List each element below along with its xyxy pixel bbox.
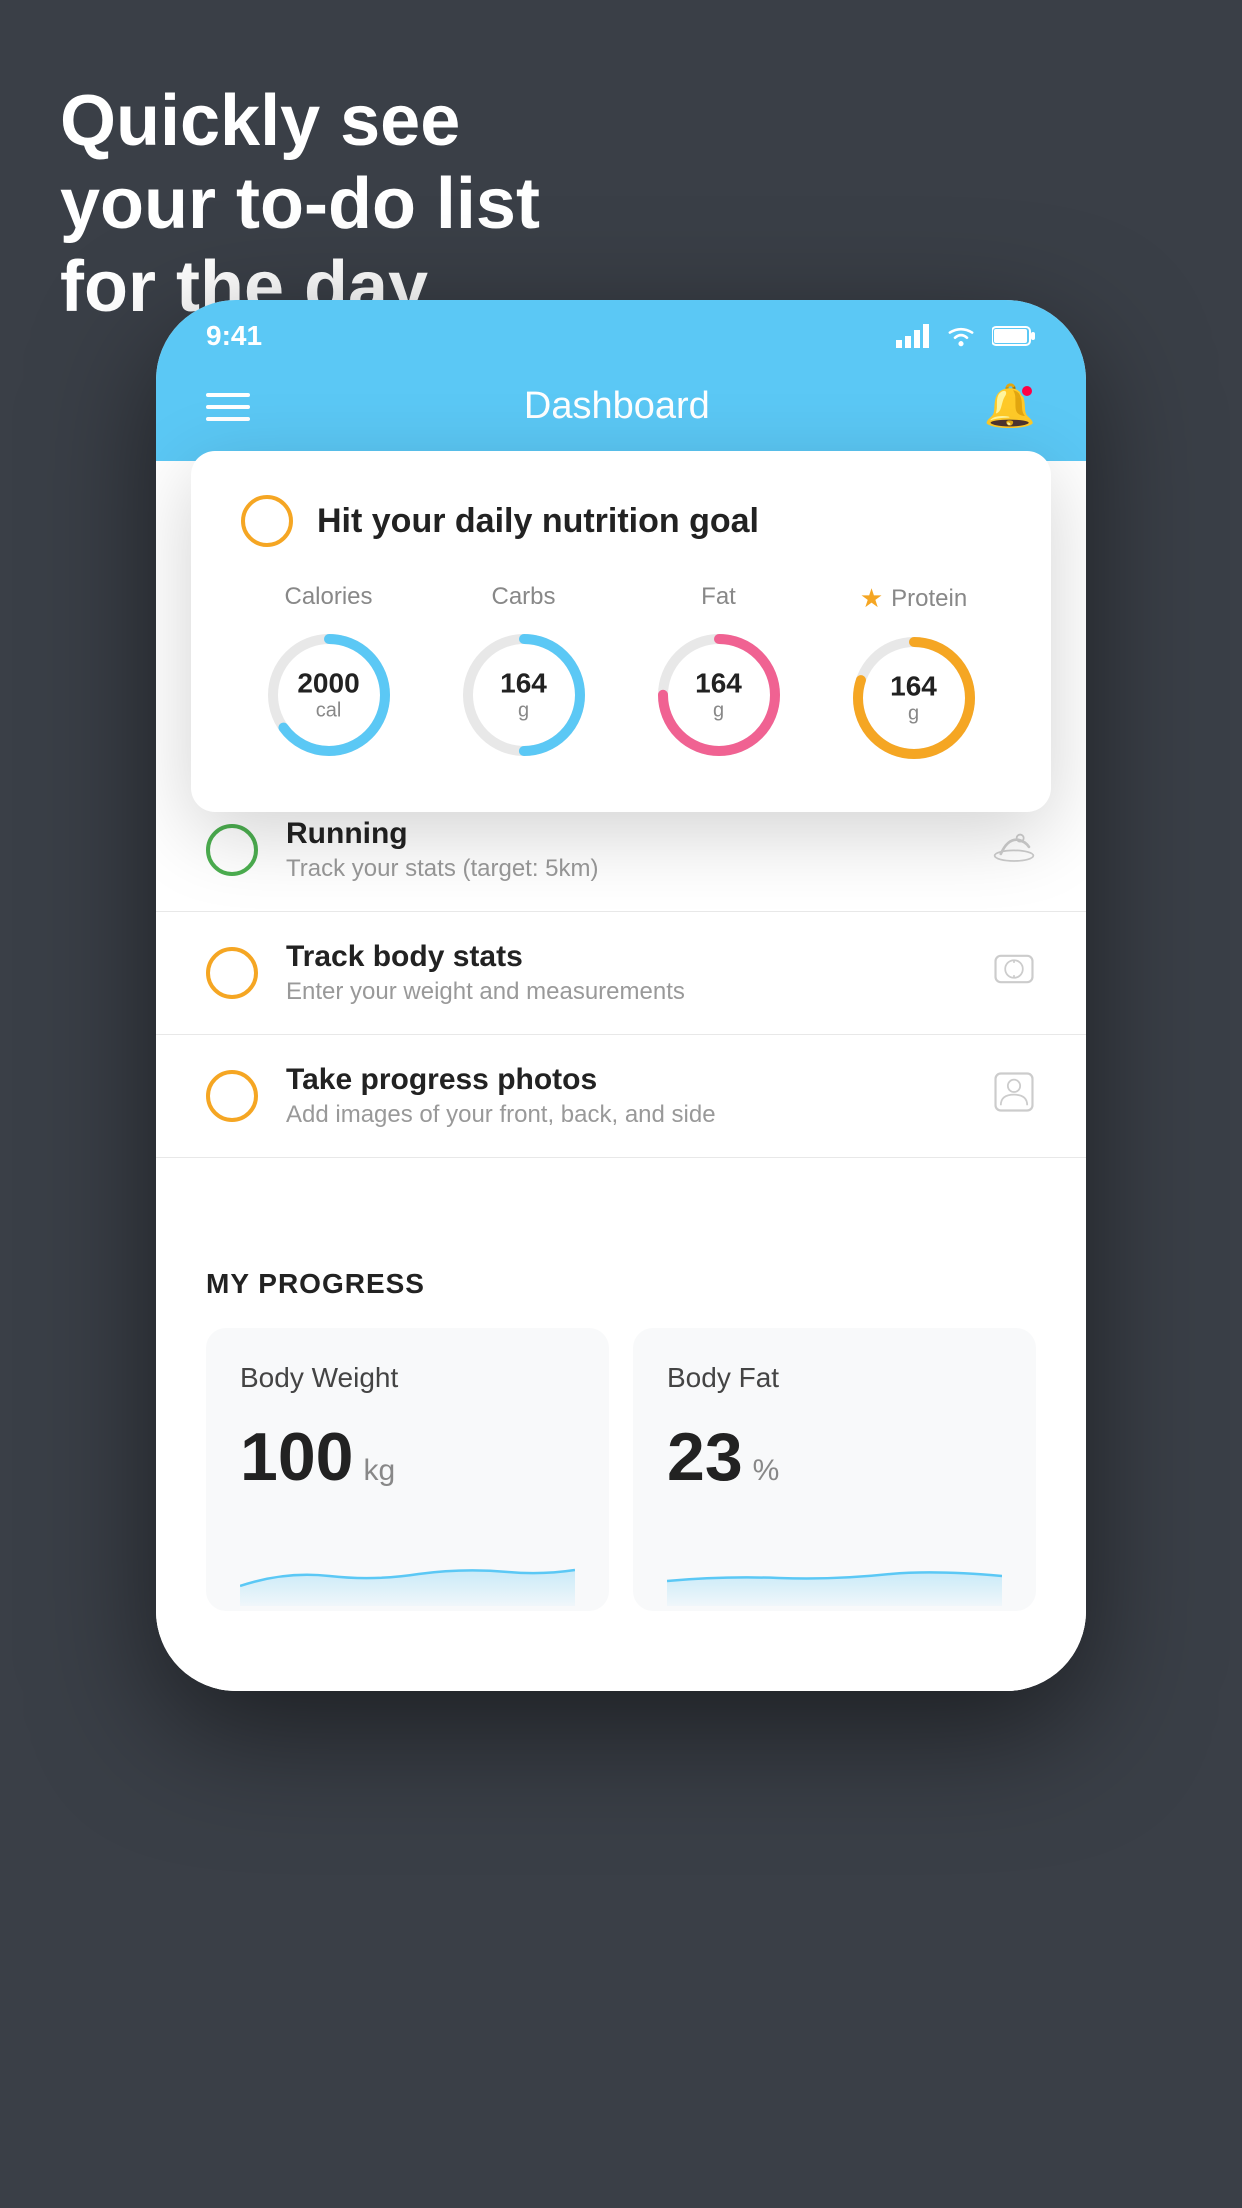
carbs-ring: 164 g [454, 625, 594, 765]
calories-label: Calories [284, 583, 372, 611]
phone-bottom [156, 1651, 1086, 1691]
calories-unit: cal [297, 700, 359, 723]
status-bar: 9:41 [156, 300, 1086, 362]
hero-text: Quickly see your to-do list for the day. [60, 80, 540, 328]
progress-grid: Body Weight 100 kg [206, 1328, 1036, 1611]
card-title-row: Hit your daily nutrition goal [241, 495, 1001, 547]
nutrition-calories: Calories 2000 cal [259, 583, 399, 768]
todo-item-photos[interactable]: Take progress photos Add images of your … [156, 1035, 1086, 1158]
spacer [156, 1158, 1086, 1218]
progress-section: MY PROGRESS Body Weight 100 kg [156, 1218, 1086, 1651]
carbs-label: Carbs [491, 583, 555, 611]
running-check-circle [206, 824, 258, 876]
fat-ring: 164 g [649, 625, 789, 765]
body-weight-unit: kg [363, 1454, 395, 1488]
body-fat-unit: % [753, 1454, 780, 1488]
wifi-icon [944, 324, 978, 348]
body-fat-title: Body Fat [667, 1362, 1002, 1394]
card-title: Hit your daily nutrition goal [317, 502, 759, 541]
calories-value: 2000 [297, 668, 359, 700]
hero-line2: your to-do list [60, 163, 540, 246]
protein-value: 164 [890, 671, 937, 703]
body-weight-value: 100 [240, 1418, 353, 1496]
nutrition-protein: ★ Protein 164 g [844, 583, 984, 768]
photos-text: Take progress photos Add images of your … [286, 1063, 964, 1129]
app-header: Dashboard 🔔 [156, 362, 1086, 461]
body-stats-check-circle [206, 947, 258, 999]
fat-label: Fat [701, 583, 736, 611]
protein-unit: g [890, 703, 937, 726]
body-weight-value-row: 100 kg [240, 1418, 575, 1496]
progress-section-header: MY PROGRESS [206, 1268, 1036, 1300]
nutrition-carbs: Carbs 164 g [454, 583, 594, 768]
photos-check-circle [206, 1070, 258, 1122]
content-area: THINGS TO DO TODAY Hit your daily nutrit… [156, 461, 1086, 1691]
header-title: Dashboard [524, 385, 710, 428]
status-icons [896, 324, 1036, 348]
hero-line1: Quickly see [60, 80, 540, 163]
body-weight-chart [240, 1526, 575, 1606]
body-stats-title: Track body stats [286, 940, 964, 974]
body-stats-subtitle: Enter your weight and measurements [286, 978, 964, 1006]
notification-button[interactable]: 🔔 [984, 382, 1036, 431]
fat-value: 164 [695, 668, 742, 700]
photos-subtitle: Add images of your front, back, and side [286, 1101, 964, 1129]
protein-label: Protein [891, 585, 967, 613]
battery-icon [992, 324, 1036, 348]
carbs-value: 164 [500, 668, 547, 700]
body-fat-chart [667, 1526, 1002, 1606]
calories-ring: 2000 cal [259, 625, 399, 765]
body-stats-text: Track body stats Enter your weight and m… [286, 940, 964, 1006]
phone-mockup: 9:41 [156, 300, 1086, 1691]
nutrition-card: Hit your daily nutrition goal Calories 2 [191, 451, 1051, 812]
running-subtitle: Track your stats (target: 5km) [286, 855, 964, 883]
nutrition-check-circle[interactable] [241, 495, 293, 547]
fat-unit: g [695, 700, 742, 723]
status-time: 9:41 [206, 320, 262, 352]
photos-title: Take progress photos [286, 1063, 964, 1097]
signal-icon [896, 324, 930, 348]
protein-ring: 164 g [844, 628, 984, 768]
person-icon [992, 1070, 1036, 1123]
running-title: Running [286, 817, 964, 851]
carbs-unit: g [500, 700, 547, 723]
nutrition-grid: Calories 2000 cal [241, 583, 1001, 768]
hamburger-menu[interactable] [206, 393, 250, 421]
phone-wrapper: 9:41 [156, 300, 1086, 1691]
star-icon: ★ [860, 583, 883, 614]
body-fat-card[interactable]: Body Fat 23 % [633, 1328, 1036, 1611]
body-weight-title: Body Weight [240, 1362, 575, 1394]
body-weight-card[interactable]: Body Weight 100 kg [206, 1328, 609, 1611]
nutrition-fat: Fat 164 g [649, 583, 789, 768]
body-fat-value-row: 23 % [667, 1418, 1002, 1496]
todo-item-body-stats[interactable]: Track body stats Enter your weight and m… [156, 912, 1086, 1035]
running-text: Running Track your stats (target: 5km) [286, 817, 964, 883]
running-icon [992, 829, 1036, 872]
notification-dot [1020, 384, 1034, 398]
scale-icon [992, 947, 1036, 1000]
body-fat-value: 23 [667, 1418, 743, 1496]
